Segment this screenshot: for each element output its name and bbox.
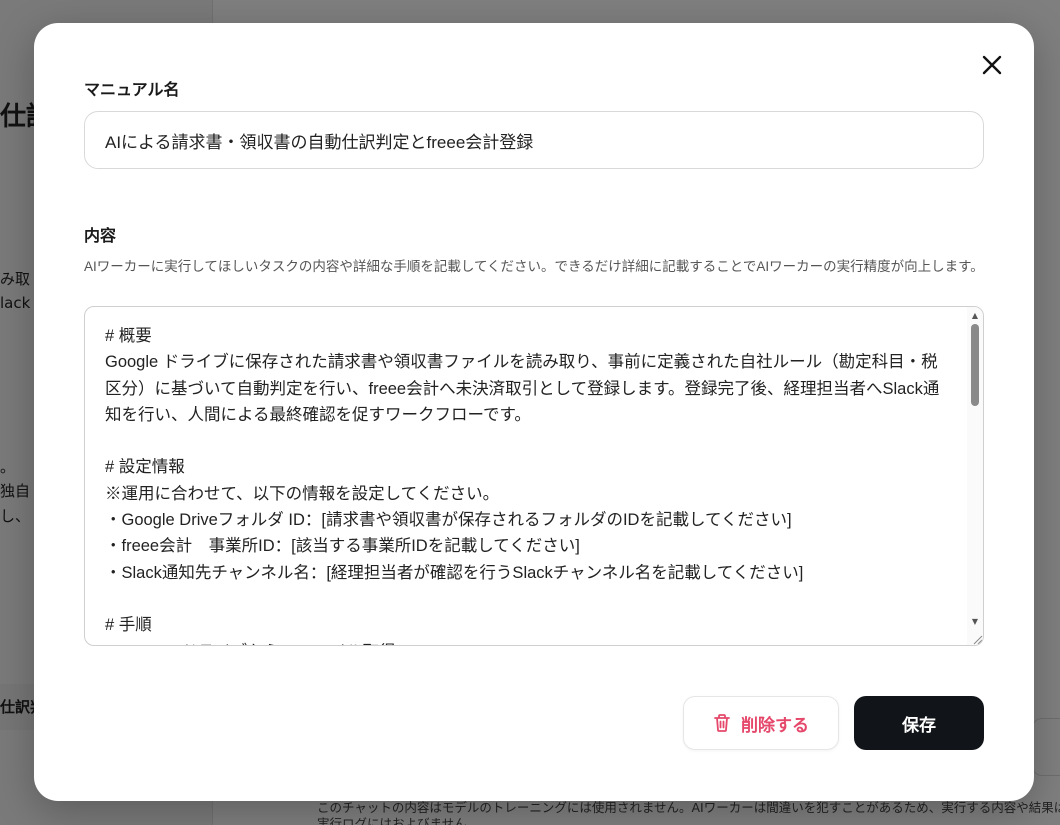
content-label: 内容	[84, 228, 117, 245]
close-button[interactable]	[978, 51, 1006, 79]
save-button-label: 保存	[902, 715, 936, 735]
resize-grip-icon[interactable]	[967, 629, 983, 645]
delete-button[interactable]: 削除する	[683, 696, 839, 750]
save-button[interactable]: 保存	[854, 696, 984, 750]
scrollbar-thumb[interactable]	[971, 324, 979, 406]
edit-manual-dialog: マニュアル名 内容 AIワーカーに実行してほしいタスクの内容や詳細な手順を記載し…	[34, 23, 1034, 801]
content-textarea-value[interactable]: # 概要 Google ドライブに保存された請求書や領収書ファイルを読み取り、事…	[85, 307, 969, 645]
content-help-text: AIワーカーに実行してほしいタスクの内容や詳細な手順を記載してください。できるだ…	[84, 259, 984, 274]
close-icon	[982, 55, 1002, 75]
scroll-up-arrow-icon[interactable]: ▲	[967, 307, 983, 323]
trash-icon	[714, 714, 730, 732]
delete-button-label: 削除する	[741, 715, 809, 735]
content-textarea[interactable]: # 概要 Google ドライブに保存された請求書や領収書ファイルを読み取り、事…	[84, 306, 984, 646]
content-scrollbar[interactable]: ▲ ▼	[967, 307, 983, 645]
manual-name-input[interactable]	[84, 111, 984, 169]
manual-name-label: マニュアル名	[84, 82, 180, 99]
scroll-down-arrow-icon[interactable]: ▼	[967, 613, 983, 629]
